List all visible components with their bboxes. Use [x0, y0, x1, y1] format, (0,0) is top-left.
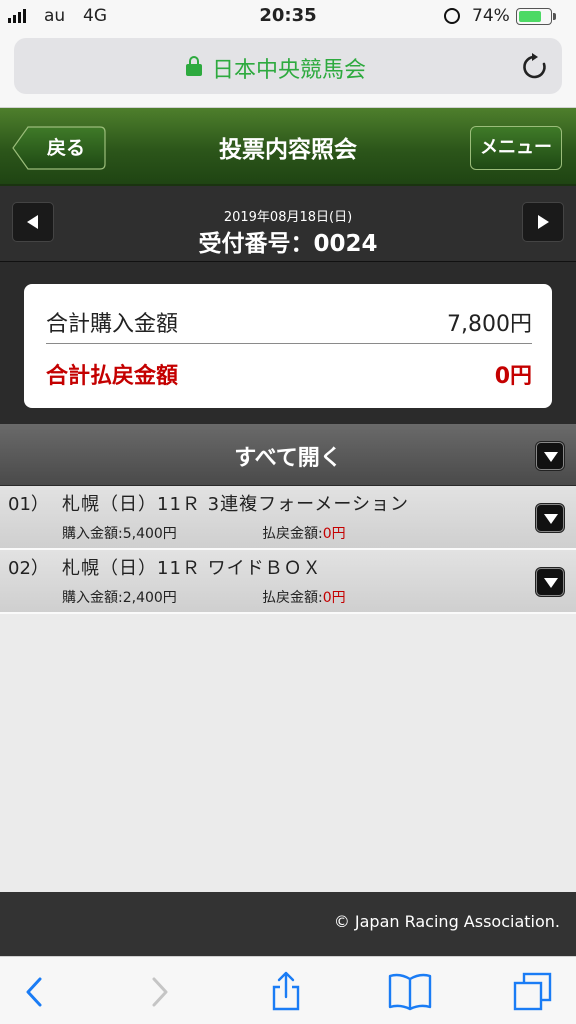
tabs-icon[interactable]: [512, 971, 552, 1011]
page-footer: © Japan Racing Association.: [0, 892, 576, 956]
triangle-right-icon: [538, 215, 549, 229]
total-purchase-row: 合計購入金額 7,800円: [46, 294, 532, 344]
battery-icon: [516, 8, 552, 25]
reload-icon[interactable]: [522, 52, 548, 80]
share-icon[interactable]: [266, 971, 306, 1011]
browser-toolbar: [0, 956, 576, 1024]
battery-percent: 74%: [472, 6, 510, 26]
total-refund-row: 合計払戻金額 0円: [46, 346, 532, 396]
bet-refund-value: 0円: [322, 526, 346, 542]
site-title: 日本中央競馬会: [212, 58, 367, 83]
next-receipt-button[interactable]: [522, 202, 564, 242]
total-purchase-value: 7,800円: [447, 312, 532, 337]
copyright: © Japan Racing Association.: [333, 912, 560, 931]
expand-all-label: すべて開く: [234, 446, 342, 471]
receipt-navigator: 2019年08月18日(日) 受付番号：0024: [0, 186, 576, 262]
expand-bet-button[interactable]: [536, 568, 564, 596]
lock-icon: [186, 56, 202, 76]
bet-purchase-amount: 購入金額:5,400円: [62, 526, 177, 542]
bet-refund: 払戻金額:0円: [262, 587, 346, 607]
list-item[interactable]: 01） 札幌（日）11Ｒ 3連複フォーメーション 購入金額:5,400円 払戻金…: [0, 486, 576, 550]
expand-bet-button[interactable]: [536, 504, 564, 532]
expand-all-button[interactable]: [536, 442, 564, 470]
bet-refund-value: 0円: [322, 590, 346, 606]
browser-address-bar: 日本中央競馬会: [0, 34, 576, 108]
receipt-date: 2019年08月18日(日): [223, 210, 353, 225]
total-refund-label: 合計払戻金額: [46, 364, 179, 389]
summary-box: 合計購入金額 7,800円 合計払戻金額 0円: [24, 284, 552, 408]
total-purchase-label: 合計購入金額: [46, 312, 179, 337]
receipt-number: 受付番号：0024: [198, 231, 378, 257]
bookmarks-icon[interactable]: [388, 971, 432, 1011]
list-item[interactable]: 02） 札幌（日）11Ｒ ワイドＢＯＸ 購入金額:2,400円 払戻金額:0円: [0, 550, 576, 614]
bet-purchase-amount: 購入金額:2,400円: [62, 590, 177, 606]
triangle-down-icon: [544, 514, 558, 524]
total-refund-value: 0円: [494, 364, 532, 389]
bet-refund-label: 払戻金額:: [262, 526, 323, 542]
forward-arrow-icon: [140, 971, 180, 1011]
bet-list: 01） 札幌（日）11Ｒ 3連複フォーメーション 購入金額:5,400円 払戻金…: [0, 486, 576, 614]
triangle-down-icon: [544, 578, 558, 588]
bet-description: 札幌（日）11Ｒ 3連複フォーメーション: [62, 494, 409, 515]
back-arrow-icon[interactable]: [20, 971, 60, 1011]
battery-nub: [553, 13, 556, 20]
url-field[interactable]: 日本中央競馬会: [14, 38, 562, 94]
menu-button[interactable]: メニュー: [470, 126, 562, 170]
page-header: 戻る 投票内容照会 メニュー: [0, 108, 576, 186]
bet-refund-label: 払戻金額:: [262, 590, 323, 606]
expand-all-bar[interactable]: すべて開く: [0, 424, 576, 486]
bet-number: 01）: [8, 494, 49, 515]
rotation-lock-icon: [444, 8, 460, 24]
status-bar: au 4G 20:35 74%: [0, 0, 576, 34]
summary-area: 合計購入金額 7,800円 合計払戻金額 0円: [0, 262, 576, 424]
triangle-down-icon: [544, 452, 558, 462]
bet-refund: 払戻金額:0円: [262, 523, 346, 543]
bet-description: 札幌（日）11Ｒ ワイドＢＯＸ: [62, 558, 322, 579]
bet-number: 02）: [8, 558, 49, 579]
